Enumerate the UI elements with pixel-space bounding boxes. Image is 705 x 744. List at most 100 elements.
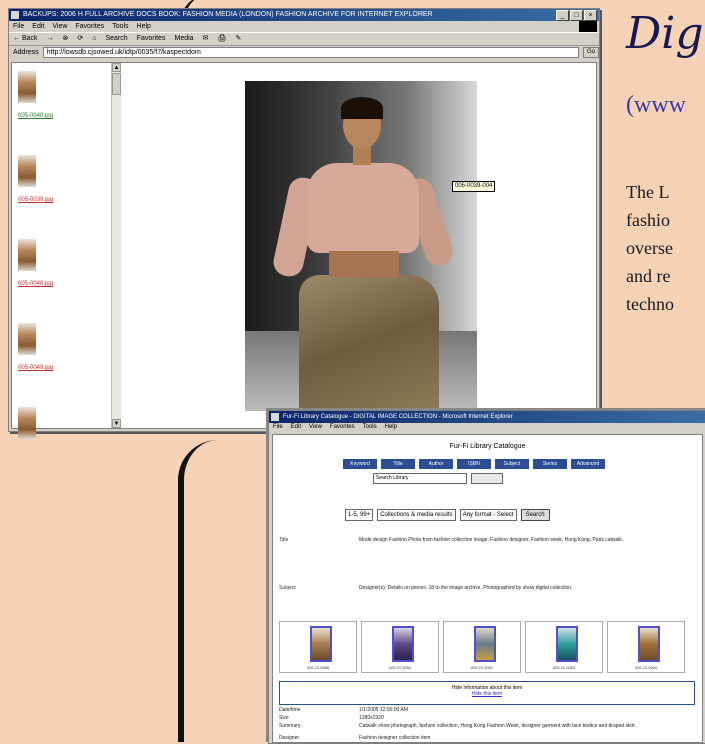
back-button[interactable]: ← Back — [13, 33, 38, 45]
nav-author[interactable]: Author — [419, 459, 453, 469]
refresh-button[interactable]: ⟳ — [77, 33, 83, 45]
mail-icon[interactable]: ✉ — [203, 33, 209, 45]
thumbnail-image[interactable] — [18, 155, 36, 187]
go-button[interactable]: Go — [583, 46, 599, 58]
detail-row: Date/time 1/1/2005 12:00:00 AM — [279, 707, 689, 714]
menu-bar: File Edit View Favorites Tools Help — [269, 423, 705, 432]
ie-icon — [271, 413, 279, 421]
window-titlebar[interactable]: BACKUPS: 2006 H FULL ARCHIVE DOCS BOOK: … — [9, 9, 599, 21]
thumbnail-image[interactable] — [18, 71, 36, 103]
image-tooltip: 005-0039-004 — [452, 181, 496, 192]
ie-icon — [11, 11, 19, 19]
result-thumbnail[interactable]: 005 21 0090 — [361, 621, 439, 673]
count-select[interactable]: 1-5, 99+ — [345, 509, 374, 521]
result-thumbnail[interactable]: 005 21 0091 — [443, 621, 521, 673]
detail-key: Summary — [279, 723, 301, 729]
search-submit-button[interactable]: Search — [520, 509, 550, 521]
windows-logo-icon — [579, 21, 597, 32]
sort-select[interactable]: Any format - Select — [459, 509, 517, 521]
thumbnail-image[interactable] — [18, 239, 36, 271]
result-thumbnails: 005 21 0088 005 21 0090 005 21 0091 005 … — [279, 621, 685, 673]
toolbar: ← Back → ⊗ ⟳ ⌂ Search Favorites Media ✉ … — [9, 32, 599, 46]
search-input[interactable]: Search Library — [373, 473, 467, 484]
search-extra-field[interactable] — [471, 473, 503, 484]
detail-key: Designer — [279, 735, 300, 741]
minimize-button[interactable]: _ — [556, 10, 569, 21]
search-form: 1-5, 99+ Collections & media results Any… — [345, 509, 550, 521]
slide-body-line: and re — [626, 266, 671, 286]
address-input[interactable]: http://lowsdb.cjsowed.uk/idtp/0035/f7/ka… — [42, 46, 579, 58]
nav-keyword[interactable]: Keyword — [343, 459, 377, 469]
nav-title[interactable]: Title — [381, 459, 415, 469]
menu-help[interactable]: Help — [385, 423, 397, 432]
nav-series[interactable]: Series — [533, 459, 567, 469]
menu-file[interactable]: File — [13, 21, 24, 32]
search-button[interactable]: Search — [106, 33, 128, 45]
scroll-up-arrow-icon[interactable]: ▲ — [112, 63, 121, 72]
meta-text: Designer(s); Details on pieces; 18 to th… — [359, 585, 573, 591]
close-button[interactable]: × — [584, 10, 597, 21]
menu-view[interactable]: View — [52, 21, 67, 32]
detail-key: Date/time — [279, 707, 301, 713]
nav-advanced[interactable]: Advanced — [571, 459, 605, 469]
window-title: BACKUPS: 2006 H FULL ARCHIVE DOCS BOOK: … — [23, 11, 433, 18]
list-item[interactable]: 005-0039.jpg — [18, 155, 53, 203]
scroll-down-arrow-icon[interactable]: ▼ — [112, 419, 121, 428]
thumbnail-caption: 005 21 0091 — [470, 665, 494, 670]
slide-body-line: techno — [626, 294, 674, 314]
maximize-button[interactable]: □ — [570, 10, 583, 21]
page-title: Fur-Fi Library Catalogue — [449, 443, 526, 450]
menu-edit[interactable]: Edit — [32, 21, 44, 32]
forward-button[interactable]: → — [47, 33, 54, 45]
info-link[interactable]: Hide this item — [280, 691, 694, 697]
thumbnail-link[interactable]: 005-0049.jpg — [18, 365, 53, 371]
result-thumbnail[interactable]: 005 21 0094 — [607, 621, 685, 673]
browser-content: Fur-Fi Library Catalogue Keyword Title A… — [272, 434, 703, 743]
home-button[interactable]: ⌂ — [92, 33, 96, 45]
stop-button[interactable]: ⊗ — [63, 33, 69, 45]
thumbnail-image[interactable] — [18, 407, 36, 439]
fashion-photo[interactable] — [245, 81, 477, 411]
window-title: Fur-Fi Library Catalogue - DIGITAL IMAGE… — [283, 414, 513, 420]
thumbnail-link[interactable]: 005-0040.jpg — [18, 113, 53, 119]
slide-body-line: overse — [626, 238, 673, 258]
scope-select[interactable]: Collections & media results — [377, 509, 456, 521]
menu-favorites[interactable]: Favorites — [75, 21, 104, 32]
menu-view[interactable]: View — [309, 423, 322, 432]
slide-body: The L fashio overse and re techno — [626, 178, 705, 318]
detail-key: Size — [279, 715, 289, 721]
menu-tools[interactable]: Tools — [112, 21, 128, 32]
scroll-thumb[interactable] — [112, 73, 121, 95]
favorites-button[interactable]: Favorites — [137, 33, 166, 45]
list-item[interactable] — [18, 407, 36, 439]
thumbnail-image[interactable] — [18, 323, 36, 355]
meta-text: Mode design Fashion Photo from fashion c… — [359, 537, 624, 543]
meta-label: Subject — [279, 585, 296, 591]
search-row: Search Library — [373, 473, 503, 484]
menu-file[interactable]: File — [273, 423, 283, 432]
list-item[interactable]: 005-0049.jpg — [18, 323, 53, 371]
menu-help[interactable]: Help — [137, 21, 151, 32]
menu-favorites[interactable]: Favorites — [330, 423, 355, 432]
print-icon[interactable]: 🖨 — [217, 33, 226, 45]
list-item[interactable]: 005-0040.jpg — [18, 239, 53, 287]
nav-subject[interactable]: Subject — [495, 459, 529, 469]
list-item[interactable]: 005-0040.jpg — [18, 71, 53, 119]
browser-window-catalogue: Fur-Fi Library Catalogue - DIGITAL IMAGE… — [268, 410, 705, 744]
thumbnail-link[interactable]: 005-0040.jpg — [18, 281, 53, 287]
result-thumbnail[interactable]: 005 21 0093 — [525, 621, 603, 673]
menu-tools[interactable]: Tools — [363, 423, 377, 432]
item-info-box: Hide information about this item Hide th… — [279, 681, 695, 705]
browser-content: 005-0040.jpg 005-0039.jpg 005-0040.jpg 0… — [11, 62, 597, 439]
menu-edit[interactable]: Edit — [291, 423, 301, 432]
thumbnail-link[interactable]: 005-0039.jpg — [18, 197, 53, 203]
result-thumbnail[interactable]: 005 21 0088 — [279, 621, 357, 673]
thumbnail-caption: 005 21 0090 — [388, 665, 412, 670]
edit-icon[interactable]: ✎ — [235, 33, 241, 45]
window-titlebar[interactable]: Fur-Fi Library Catalogue - DIGITAL IMAGE… — [269, 411, 705, 423]
media-button[interactable]: Media — [174, 33, 193, 45]
thumbnail-caption: 005 21 0088 — [306, 665, 330, 670]
thumbnail-caption: 005 21 0094 — [634, 665, 658, 670]
nav-isbn[interactable]: ISBN — [457, 459, 491, 469]
left-frame-scrollbar[interactable]: ▲ ▼ — [111, 63, 121, 428]
